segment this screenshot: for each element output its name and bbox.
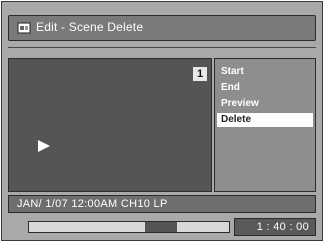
edit-scene-icon [17,22,31,34]
video-preview: 1 [8,58,212,192]
time-display: 1 : 40 : 00 [234,218,316,236]
menu-item-preview[interactable]: Preview [217,97,313,111]
menu-item-delete[interactable]: Delete [217,113,313,127]
recording-info: JAN/ 1/07 12:00AM CH10 LP [17,198,168,210]
osd-screen: Edit - Scene Delete 1 Start End Preview … [1,1,323,241]
chapter-number: 1 [193,67,207,81]
menu-item-end[interactable]: End [217,81,313,95]
menu-item-start[interactable]: Start [217,65,313,79]
play-icon [38,140,50,152]
progress-bar[interactable] [28,221,230,233]
divider [8,47,316,48]
status-bar: JAN/ 1/07 12:00AM CH10 LP [8,195,316,213]
page-title: Edit - Scene Delete [36,20,144,34]
menu-panel: Start End Preview Delete [214,58,316,192]
progress-segment [145,222,177,232]
title-bar: Edit - Scene Delete [8,15,316,41]
